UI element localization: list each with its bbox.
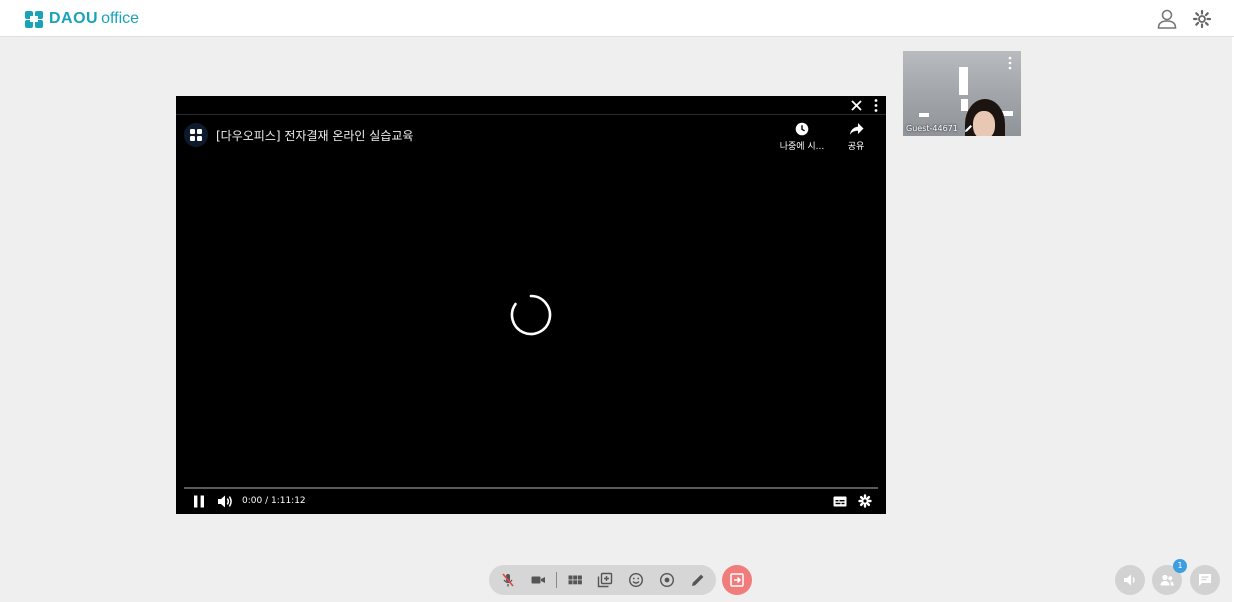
leave-icon (730, 573, 744, 587)
spinner-icon (510, 294, 552, 336)
mic-off-icon[interactable] (500, 572, 516, 588)
participants-icon (1160, 574, 1174, 586)
video-camera-icon[interactable] (530, 572, 546, 588)
more-vert-icon[interactable] (1006, 56, 1014, 70)
participants-count-badge: 1 (1173, 559, 1187, 573)
logo-mark-icon (25, 11, 43, 28)
chat-button[interactable] (1190, 565, 1220, 595)
speaker-button[interactable] (1115, 565, 1145, 595)
speaker-icon (1124, 574, 1135, 586)
ceiling-light (919, 113, 929, 117)
channel-logo-icon (190, 129, 202, 141)
time-display: 0:00 / 1:11:12 (242, 496, 306, 506)
emoji-icon[interactable] (628, 572, 644, 588)
pen-icon[interactable] (690, 572, 706, 588)
grid-layout-icon[interactable] (567, 572, 583, 588)
share-icon (849, 123, 863, 135)
logo-brand-text: DAOU (49, 10, 99, 27)
ceiling-light (959, 67, 968, 95)
captions-icon[interactable] (833, 496, 847, 507)
share-button[interactable]: 공유 (842, 122, 870, 152)
player-window-bar (176, 96, 886, 115)
close-icon[interactable] (850, 99, 863, 112)
shared-video-player[interactable]: [다우오피스] 전자결재 온라인 실습교육 나중에 시... 공유 0:00 /… (176, 96, 886, 514)
daou-office-logo[interactable]: DAOU office (24, 8, 139, 30)
top-header: DAOU office (0, 0, 1234, 37)
logo-product-text: office (101, 10, 140, 27)
leave-meeting-button[interactable] (722, 565, 752, 595)
add-screen-icon[interactable] (597, 572, 613, 588)
watch-later-button[interactable]: 나중에 시... (778, 122, 826, 152)
participant-face (973, 111, 995, 136)
video-title[interactable]: [다우오피스] 전자결재 온라인 실습교육 (216, 127, 413, 144)
volume-icon[interactable] (217, 494, 233, 509)
clock-icon (795, 122, 809, 136)
user-icon[interactable] (1156, 8, 1178, 30)
share-label: 공유 (847, 142, 865, 152)
pause-icon[interactable] (193, 495, 205, 508)
channel-avatar[interactable] (184, 123, 208, 147)
chat-icon (1199, 574, 1211, 586)
meeting-toolbar (489, 565, 716, 595)
ceiling-light (961, 99, 968, 111)
gear-icon[interactable] (1191, 8, 1213, 30)
toolbar-separator (556, 572, 557, 588)
watch-later-label: 나중에 시... (779, 142, 825, 152)
edit-name-icon[interactable] (964, 124, 973, 133)
participant-name: Guest-44671 (906, 124, 958, 133)
settings-icon[interactable] (858, 494, 872, 508)
participant-video-thumbnail[interactable]: Guest-44671 (903, 51, 1021, 136)
progress-bar[interactable] (184, 487, 878, 489)
record-icon[interactable] (659, 572, 675, 588)
more-vert-icon[interactable] (872, 98, 880, 113)
